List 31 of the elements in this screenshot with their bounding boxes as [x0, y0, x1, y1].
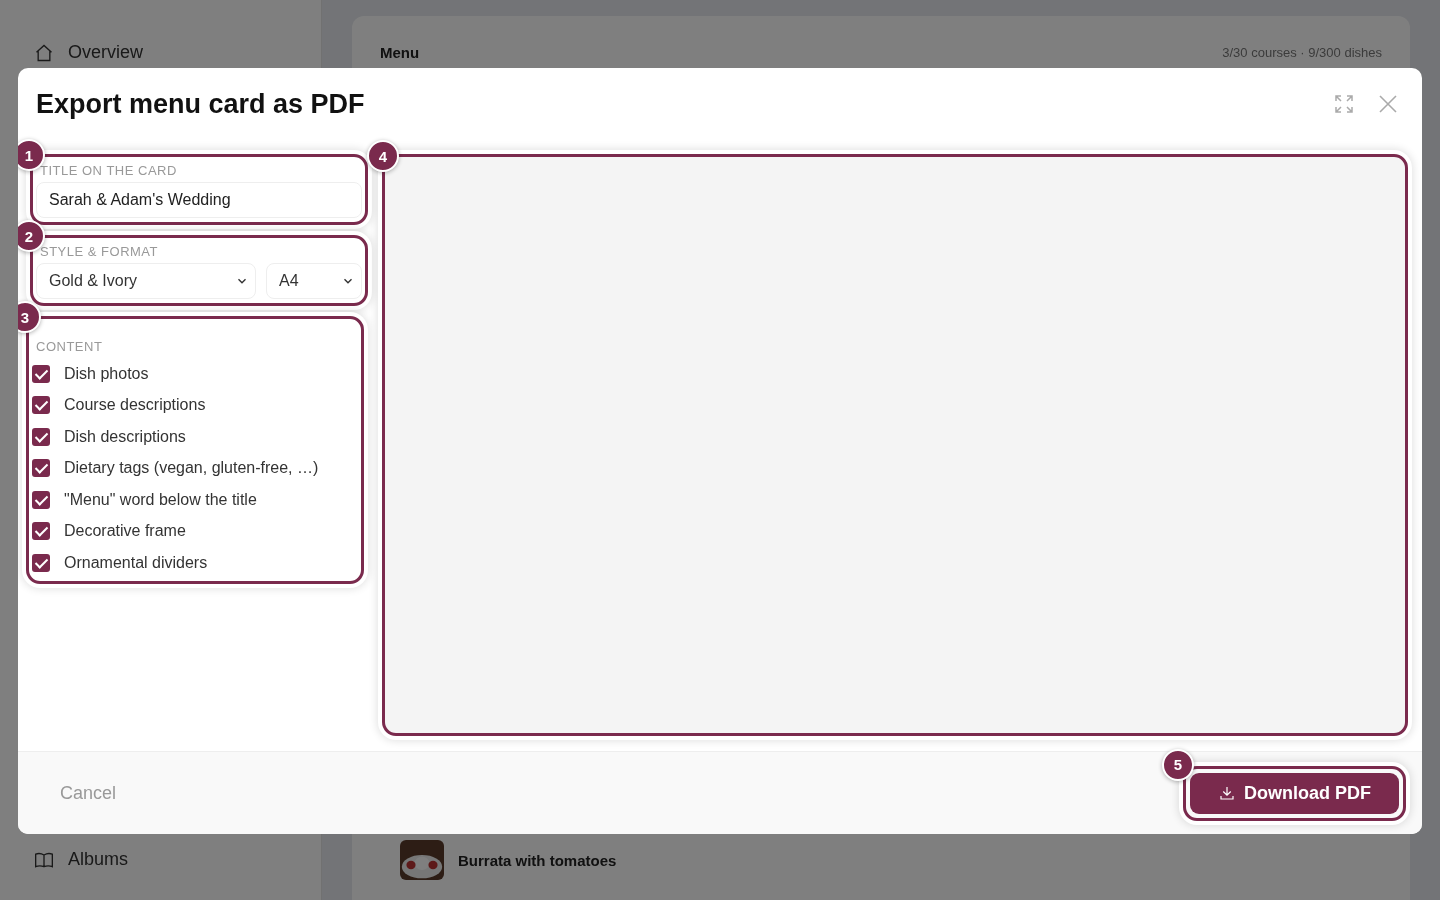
checkbox[interactable] [32, 364, 50, 383]
checkbox-option[interactable]: Course descriptions [32, 389, 206, 421]
step-badge: 5 [1162, 748, 1194, 781]
section-label: CONTENT [35, 338, 104, 356]
sidebar-item[interactable]: Albums [0, 845, 163, 874]
checkbox[interactable] [32, 490, 50, 509]
checkbox[interactable] [32, 522, 50, 541]
checkbox-option[interactable]: Dish descriptions [32, 421, 186, 453]
format-dropdown[interactable]: A4 [266, 263, 362, 299]
expand-icon [1332, 92, 1356, 116]
checkbox[interactable] [32, 459, 50, 478]
course-count: 3/30 courses · 9/300 dishes [1222, 45, 1382, 60]
dish-name: Burrata with tomatoes [458, 851, 618, 869]
style-dropdown[interactable]: Gold & Ivory [36, 263, 256, 299]
download-button[interactable]: Download PDF [1190, 772, 1399, 814]
checkbox-option[interactable]: Dietary tags (vegan, gluten-free, …) [32, 452, 319, 484]
checkbox-option[interactable]: Dish photos [32, 358, 149, 390]
checkbox[interactable] [32, 427, 50, 446]
checkbox[interactable] [32, 553, 50, 572]
checkbox-option[interactable]: "Menu" word below the title [32, 484, 257, 516]
step-badge: 4 [367, 140, 399, 172]
checkbox[interactable] [32, 396, 50, 415]
title-field[interactable]: Sarah & Adam's Wedding [36, 182, 362, 218]
checkbox-option[interactable]: Decorative frame [32, 515, 186, 547]
step-badge: 3 [18, 301, 41, 333]
panel-title: Menu [380, 44, 420, 61]
sidebar-item[interactable]: Overview [0, 38, 177, 67]
checkbox-option[interactable]: Ornamental dividers [32, 547, 208, 579]
home-icon [34, 42, 54, 63]
dialog-title: Export menu card as PDF [36, 88, 365, 120]
download-icon [1218, 784, 1236, 802]
